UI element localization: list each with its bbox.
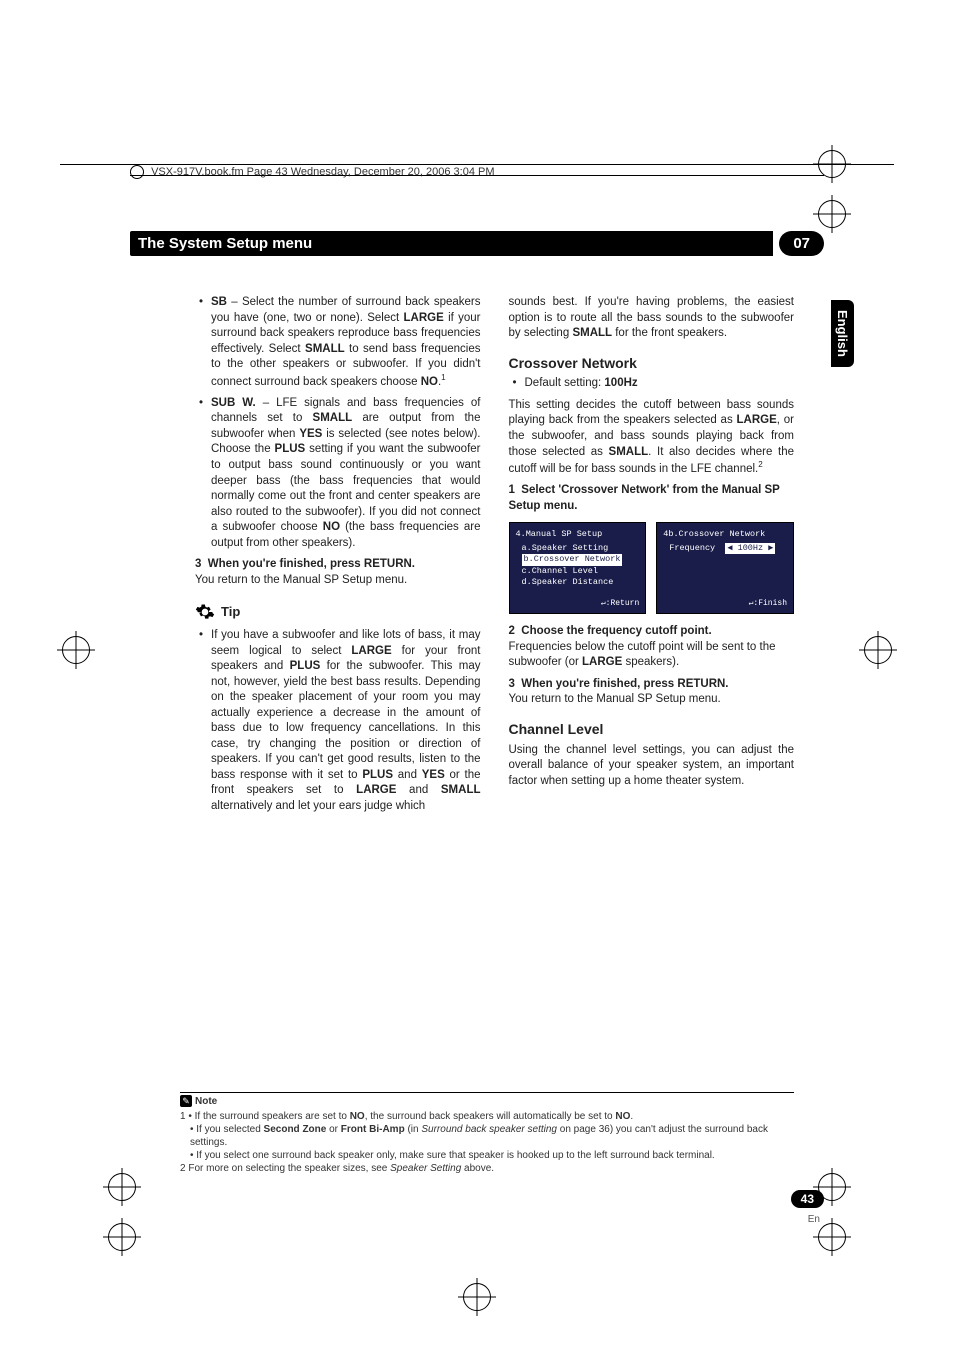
crop-mark-icon: [818, 1223, 846, 1251]
step-3-finish: 3 When you're finished, press RETURN.: [195, 557, 481, 573]
bullet-subw: SUB W. – LFE signals and bass frequencie…: [195, 396, 481, 551]
channel-level-body: Using the channel level settings, you ca…: [509, 743, 795, 790]
body-columns: SB – Select the number of surround back …: [195, 295, 794, 820]
crop-mark-icon: [818, 200, 846, 228]
crop-mark-icon: [463, 1283, 491, 1311]
note-icon: ✎: [180, 1095, 192, 1107]
step-3-body: You return to the Manual SP Setup menu.: [195, 573, 481, 589]
label-sb: SB: [211, 296, 227, 308]
crossover-step-2: 2 Choose the frequency cutoff point.: [509, 624, 795, 640]
crossover-step-1: 1 Select 'Crossover Network' from the Ma…: [509, 483, 795, 514]
tip-body: If you have a subwoofer and like lots of…: [195, 628, 481, 814]
footnote-2: 2 For more on selecting the speaker size…: [180, 1162, 794, 1175]
tip-label: Tip: [221, 603, 240, 621]
footnote-1-line2: • If you selected Second Zone or Front B…: [180, 1123, 794, 1149]
osd-manual-sp-setup: 4.Manual SP Setup a.Speaker Setting b.Cr…: [509, 522, 647, 614]
crossover-step-2-body: Frequencies below the cutoff point will …: [509, 640, 795, 671]
label-subw: SUB W.: [211, 397, 256, 409]
chapter-title: The System Setup menu: [130, 231, 773, 256]
bullet-sb: SB – Select the number of surround back …: [195, 295, 481, 390]
left-column: SB – Select the number of surround back …: [195, 295, 481, 820]
crossover-step-3-body: You return to the Manual SP Setup menu.: [509, 692, 795, 708]
heading-crossover: Crossover Network: [509, 354, 795, 373]
page-number: 43: [791, 1190, 824, 1208]
crossover-default: Default setting: 100Hz: [509, 376, 795, 392]
gear-icon: [195, 602, 215, 622]
page-language-code: En: [808, 1214, 820, 1225]
tip-continuation: sounds best. If you're having problems, …: [509, 295, 795, 342]
crop-mark-icon: [62, 636, 90, 664]
language-tab: English: [831, 300, 854, 367]
crop-mark-icon: [108, 1173, 136, 1201]
running-head-text: VSX-917V.book.fm Page 43 Wednesday, Dece…: [151, 166, 494, 178]
chapter-title-bar: The System Setup menu 07: [130, 230, 824, 256]
osd-crossover-network: 4b.Crossover Network Frequency ◀ 100Hz ▶…: [656, 522, 794, 614]
crossover-step-3: 3 When you're finished, press RETURN.: [509, 677, 795, 693]
heading-channel-level: Channel Level: [509, 720, 795, 739]
tip-heading: Tip: [195, 602, 481, 622]
crossover-body: This setting decides the cutoff between …: [509, 398, 795, 477]
footnotes: ✎Note 1 • If the surround speakers are s…: [180, 1092, 794, 1175]
crop-mark-icon: [108, 1223, 136, 1251]
note-label: Note: [195, 1096, 217, 1107]
footnote-ref-1: 1: [441, 373, 445, 382]
osd-row: 4.Manual SP Setup a.Speaker Setting b.Cr…: [509, 522, 795, 614]
right-column: sounds best. If you're having problems, …: [509, 295, 795, 820]
crop-mark-icon: [864, 636, 892, 664]
running-head: VSX-917V.book.fm Page 43 Wednesday, Dece…: [130, 165, 824, 181]
footnote-1-line1: 1 • If the surround speakers are set to …: [180, 1110, 794, 1123]
footnote-1-line3: • If you select one surround back speake…: [180, 1149, 794, 1162]
footnote-ref-2: 2: [758, 460, 762, 469]
crop-mark-small-icon: [130, 165, 144, 179]
chapter-number: 07: [779, 231, 824, 256]
